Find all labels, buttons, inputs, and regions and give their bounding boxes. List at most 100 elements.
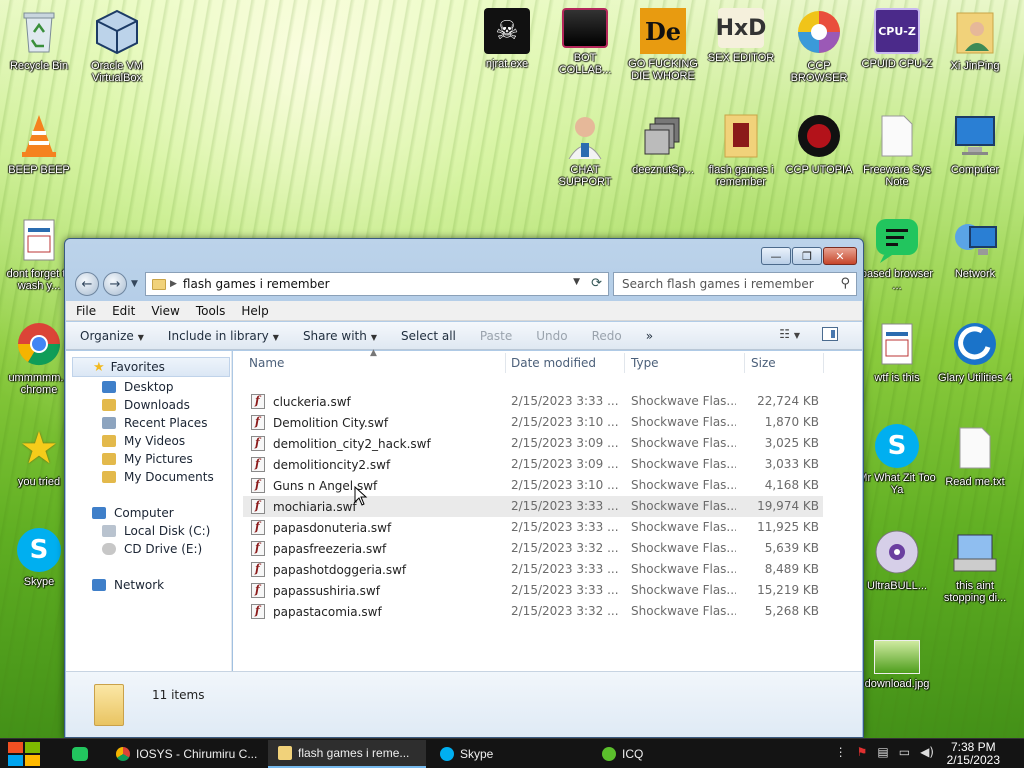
desktop-icon-computer[interactable]: Computer [936, 112, 1014, 212]
nav-cd-drive[interactable]: CD Drive (E:) [102, 542, 202, 556]
forward-button[interactable]: → [103, 272, 127, 296]
redo-button[interactable]: Redo [592, 329, 622, 343]
volume-icon[interactable]: ◀) [920, 745, 934, 759]
desktop-icon-deeznut[interactable]: deeznutSp... [624, 112, 702, 212]
menu-tools[interactable]: Tools [196, 304, 226, 318]
search-icon[interactable]: ⚲ [840, 276, 850, 291]
back-button[interactable]: ← [75, 272, 99, 296]
nav-recent-places[interactable]: Recent Places [102, 416, 207, 430]
desktop-icon-virtualbox[interactable]: Oracle VM VirtualBox [78, 8, 156, 108]
breadcrumb-current[interactable]: flash games i remember [183, 277, 330, 291]
desktop-icon-beep-beep[interactable]: BEEP BEEP [0, 112, 78, 212]
more-commands-button[interactable]: » [646, 329, 653, 343]
column-size[interactable]: Size [751, 356, 776, 370]
file-name: papasdonuteria.swf [273, 520, 392, 535]
table-row[interactable]: demolition_city2_hack.swf 2/15/2023 3:09 … [243, 433, 823, 454]
title-bar[interactable]: — ❐ ✕ [65, 239, 863, 269]
file-name-cell: papasfreezeria.swf [251, 541, 491, 556]
desktop-icon-de[interactable]: De GO FUCKING DIE WHORE [624, 8, 702, 108]
taskbar-item-skype[interactable]: Skype [430, 740, 588, 768]
menu-help[interactable]: Help [241, 304, 268, 318]
desktop-icon-bot-collab[interactable]: BOT COLLAB... [546, 8, 624, 108]
paste-button[interactable]: Paste [480, 329, 512, 343]
menu-file[interactable]: File [76, 304, 96, 318]
desktop-icon-read-me[interactable]: Read me.txt [936, 424, 1014, 524]
close-button[interactable]: ✕ [823, 247, 857, 265]
table-row[interactable]: Guns n Angel.swf 2/15/2023 3:10 ... Shockw… [243, 475, 823, 496]
desktop-icon-network[interactable]: Network [936, 216, 1014, 316]
address-bar[interactable]: ▶ flash games i remember ▼ ⟳ [145, 272, 609, 296]
table-row[interactable]: papasfreezeria.swf 2/15/2023 3:32 ... Shoc… [243, 538, 823, 559]
nav-my-pictures[interactable]: My Pictures [102, 452, 193, 466]
desktop-icon-njrat[interactable]: ☠ njrat.exe [468, 8, 546, 108]
organize-button[interactable]: Organize ▼ [80, 329, 144, 343]
device-icon[interactable]: ▤ [877, 745, 888, 759]
taskbar-item-explorer[interactable]: flash games i reme... [268, 740, 426, 768]
table-row-hovered[interactable]: mochiaria.swf 2/15/2023 3:33 ... Shockwave… [243, 496, 823, 517]
desktop-icon-cpuz[interactable]: CPU-Z CPUID CPU-Z [858, 8, 936, 108]
column-divider[interactable] [823, 353, 824, 373]
nav-my-videos[interactable]: My Videos [102, 434, 185, 448]
table-row[interactable]: papastacomia.swf 2/15/2023 3:32 ... Shockw… [243, 601, 823, 622]
recent-pages-dropdown-icon[interactable]: ▼ [131, 279, 138, 289]
based-browser-pinned-icon[interactable] [72, 747, 88, 761]
nav-network[interactable]: Network [92, 578, 164, 592]
desktop-icon-ccp-utopia[interactable]: CCP UTOPIA [780, 112, 858, 212]
nav-downloads[interactable]: Downloads [102, 398, 190, 412]
flag-icon[interactable]: ⚑ [857, 745, 868, 759]
column-name[interactable]: Name [249, 356, 284, 370]
desktop-icon-flash-games-folder[interactable]: flash games i remember [702, 112, 780, 212]
desktop-icon-ultrabull[interactable]: UltraBULL... [858, 528, 936, 628]
column-divider[interactable] [744, 353, 745, 373]
network-tray-icon[interactable]: ▭ [899, 745, 910, 759]
clock[interactable]: 7:38 PM 2/15/2023 [947, 741, 1000, 767]
nav-my-documents[interactable]: My Documents [102, 470, 214, 484]
column-divider[interactable] [624, 353, 625, 373]
taskbar-item-chrome[interactable]: IOSYS - Chirumiru C... [106, 740, 264, 768]
menu-edit[interactable]: Edit [112, 304, 135, 318]
table-row[interactable]: cluckeria.swf 2/15/2023 3:33 ... Shockwave… [243, 391, 823, 412]
maximize-button[interactable]: ❐ [792, 247, 822, 265]
nav-local-disk[interactable]: Local Disk (C:) [102, 524, 210, 538]
taskbar-item-icq[interactable]: ICQ [592, 740, 750, 768]
desktop-icon-hxd[interactable]: HxD SEX EDITOR [702, 8, 780, 108]
include-in-library-button[interactable]: Include in library ▼ [168, 329, 279, 343]
share-with-button[interactable]: Share with ▼ [303, 329, 377, 343]
desktop-icon-mr-what-zit[interactable]: S Mr What Zit Too Ya [858, 424, 936, 524]
nav-desktop[interactable]: Desktop [102, 380, 174, 394]
column-divider[interactable] [505, 353, 506, 373]
desktop-icon-ccp-browser[interactable]: CCP BROWSER [780, 8, 858, 108]
start-button[interactable] [8, 742, 42, 768]
desktop-icon-download-jpg[interactable]: download.jpg [858, 640, 936, 740]
desktop-icon-glary[interactable]: Glary Utilities 4 [936, 320, 1014, 420]
refresh-icon[interactable]: ⟳ [591, 276, 602, 291]
address-dropdown-icon[interactable]: ▼ [573, 277, 580, 287]
desktop-icon-label: Freeware Sys Note [863, 164, 931, 188]
more-tray-icon[interactable]: ⋮ [835, 745, 847, 759]
select-all-button[interactable]: Select all [401, 329, 456, 343]
desktop-icon-xi-jinping[interactable]: Xi JinPing [936, 8, 1014, 108]
minimize-button[interactable]: — [761, 247, 791, 265]
table-row[interactable]: demolitioncity2.swf 2/15/2023 3:09 ... Sho… [243, 454, 823, 475]
table-row[interactable]: Demolition City.swf 2/15/2023 3:10 ... Sho… [243, 412, 823, 433]
nav-computer[interactable]: Computer [92, 506, 174, 520]
column-date-modified[interactable]: Date modified [511, 356, 596, 370]
undo-button[interactable]: Undo [536, 329, 567, 343]
desktop-icon-chat-support[interactable]: CHAT SUPPORT [546, 112, 624, 212]
sort-ascending-icon: ▲ [370, 348, 377, 358]
preview-pane-button[interactable] [822, 327, 838, 341]
table-row[interactable]: papashotdoggeria.swf 2/15/2023 3:33 ... Sh… [243, 559, 823, 580]
desktop-icon-wtf-is-this[interactable]: wtf is this [858, 320, 936, 420]
desktop-icon-based-browser[interactable]: based browser ... [858, 216, 936, 316]
nav-favorites[interactable]: ★ Favorites [72, 357, 230, 377]
column-type[interactable]: Type [631, 356, 659, 370]
desktop-icon-recycle-bin[interactable]: Recycle Bin [0, 8, 78, 108]
hxd-icon: HxD [716, 8, 766, 48]
search-input[interactable]: Search flash games i remember ⚲ [613, 272, 857, 296]
desktop-icon-freeware-sys-note[interactable]: Freeware Sys Note [858, 112, 936, 212]
menu-view[interactable]: View [151, 304, 179, 318]
table-row[interactable]: papasdonuteria.swf 2/15/2023 3:33 ... Shoc… [243, 517, 823, 538]
table-row[interactable]: papassushiria.swf 2/15/2023 3:33 ... Shock… [243, 580, 823, 601]
change-view-button[interactable]: ☷ ▼ [779, 327, 800, 341]
desktop-icon-installer[interactable]: this aint stopping di... [936, 528, 1014, 628]
